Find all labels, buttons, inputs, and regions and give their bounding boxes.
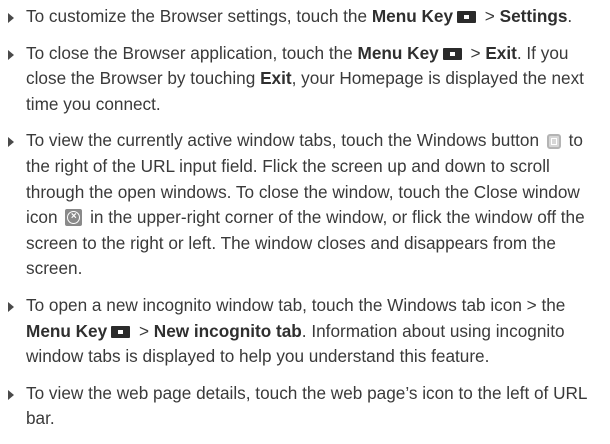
menu-key-label: Menu Key — [357, 42, 439, 63]
menu-key-label: Menu Key — [371, 6, 454, 26]
item-text: > — [480, 6, 500, 26]
bullet-triangle-icon — [8, 389, 14, 400]
bullet-triangle-icon — [8, 13, 14, 23]
menu-key-label: Menu Key — [26, 320, 108, 341]
bullet-triangle-icon — [8, 301, 14, 312]
item-text: To customize the Browser settings, touch… — [26, 6, 372, 26]
menu-key-icon — [442, 47, 462, 60]
item-text: in the upper-right corner of the window,… — [26, 207, 585, 279]
bullet-triangle-icon — [8, 49, 14, 60]
bullet-triangle-icon — [8, 137, 14, 148]
item-text: To view the currently active window tabs… — [26, 130, 544, 151]
list-item-incognito-tab: To open a new incognito window tab, touc… — [8, 293, 598, 370]
list-item-close-browser: To close the Browser application, touch … — [8, 41, 598, 118]
windows-button-icon — [546, 134, 561, 150]
list-item-view-window-tabs: To view the currently active window tabs… — [8, 128, 598, 282]
item-text: > — [465, 42, 486, 63]
new-incognito-tab-label: New incognito tab — [153, 320, 302, 341]
menu-key-icon — [111, 325, 131, 338]
item-text: To view the web page details, touch the … — [26, 382, 587, 429]
item-text: > — [134, 320, 154, 341]
exit-label: Exit — [485, 42, 517, 63]
item-text: To close the Browser application, touch … — [26, 42, 358, 63]
list-item-page-details: To view the web page details, touch the … — [8, 381, 598, 432]
item-text: . — [567, 6, 573, 26]
list-item-customize-settings: To customize the Browser settings, touch… — [8, 4, 598, 30]
menu-key-icon — [457, 11, 477, 23]
close-window-icon: × — [65, 209, 83, 227]
exit-label: Exit — [260, 68, 292, 89]
item-text: To open a new incognito window tab, touc… — [26, 294, 566, 315]
settings-label: Settings — [499, 6, 568, 26]
instruction-page: To customize the Browser settings, touch… — [0, 0, 610, 444]
